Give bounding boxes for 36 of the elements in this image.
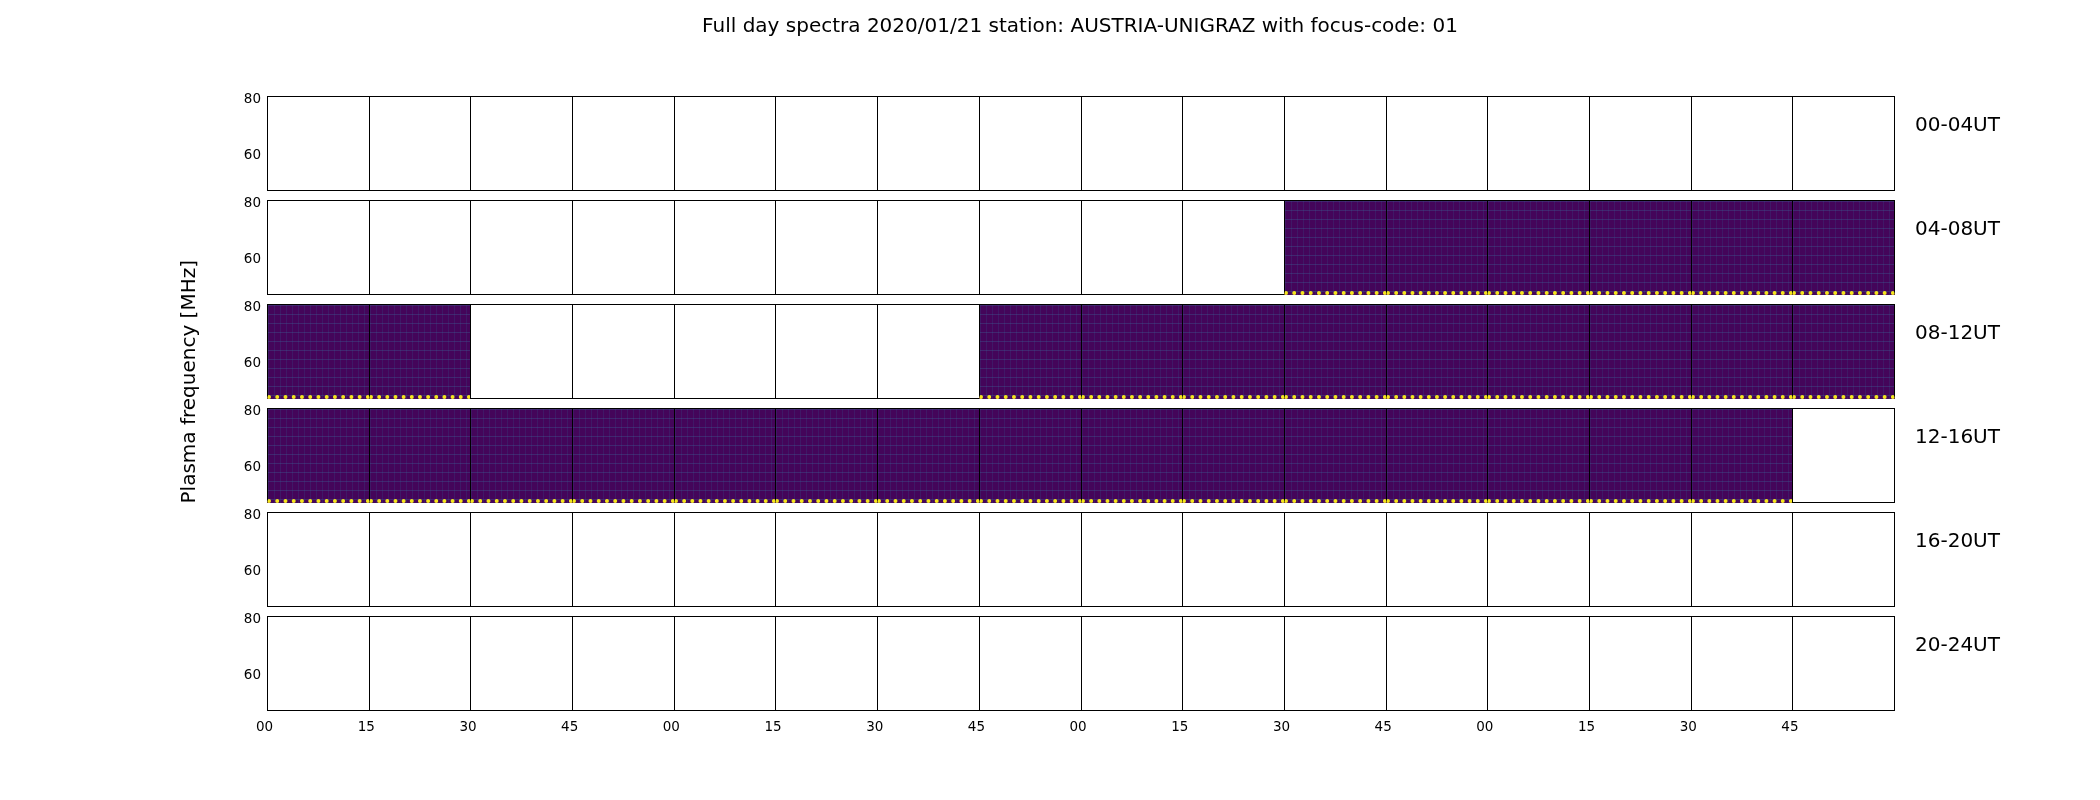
x-tick-label: 00 xyxy=(662,718,681,734)
x-tick-label: 15 xyxy=(1171,718,1190,734)
y-tick-label: 80 xyxy=(243,90,261,106)
y-tick-label: 60 xyxy=(243,666,261,682)
y-tick-label: 80 xyxy=(243,610,261,626)
time-range-label: 08-12UT xyxy=(1914,319,2000,346)
x-tick-label: 30 xyxy=(459,718,478,734)
x-tick-label: 45 xyxy=(967,718,986,734)
x-tick-label: 45 xyxy=(1374,718,1393,734)
x-tick-label: 30 xyxy=(866,718,885,734)
y-tick-label: 80 xyxy=(243,402,261,418)
x-tick-label: 15 xyxy=(357,718,376,734)
figure-title: Full day spectra 2020/01/21 station: AUSTRIA-UNIGRAZ with focus-code: 01 xyxy=(701,12,1459,39)
x-tick-label: 15 xyxy=(764,718,783,734)
x-tick-label: 15 xyxy=(1577,718,1597,734)
x-tick-label: 45 xyxy=(1781,718,1800,734)
time-range-label: 16-20UT xyxy=(1914,527,2000,554)
time-range-label: 20-24UT xyxy=(1914,631,2000,658)
x-tick-label: 00 xyxy=(1476,718,1495,734)
y-tick-label: 60 xyxy=(243,146,261,162)
y-tick-label: 80 xyxy=(243,506,261,522)
time-range-label: 00-04UT xyxy=(1914,111,2000,138)
x-tick-label: 00 xyxy=(256,718,275,734)
x-tick-label: 00 xyxy=(1069,718,1088,734)
y-tick-label: 60 xyxy=(243,562,261,578)
y-tick-label: 80 xyxy=(243,194,261,210)
time-range-label: 12-16UT xyxy=(1914,423,2000,450)
x-tick-label: 30 xyxy=(1679,718,1698,734)
x-tick-label: 30 xyxy=(1272,718,1292,734)
x-tick-label: 45 xyxy=(561,718,580,734)
y-axis-label: Plasma frequency [MHz] xyxy=(176,260,200,504)
y-tick-label: 60 xyxy=(243,354,261,370)
time-range-label: 04-08UT xyxy=(1914,215,2000,242)
y-tick-label: 60 xyxy=(243,458,261,474)
y-tick-label: 80 xyxy=(243,298,261,314)
y-tick-label: 60 xyxy=(243,250,261,266)
